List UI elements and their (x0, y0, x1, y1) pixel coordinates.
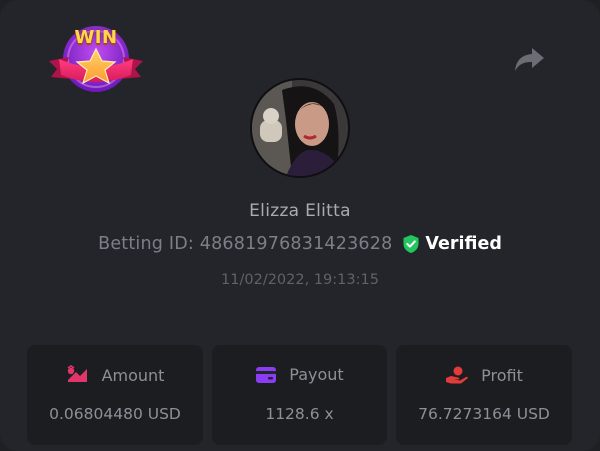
stat-label: Amount (101, 365, 165, 385)
stat-label: Payout (289, 365, 344, 384)
amount-icon (67, 365, 87, 382)
stat-label: Profit (481, 365, 523, 385)
win-badge-icon: WIN (47, 23, 145, 95)
verified-badge: Verified (402, 234, 502, 254)
win-badge-text: WIN (74, 27, 118, 48)
shield-check-icon (403, 235, 419, 253)
verified-label: Verified (425, 234, 502, 254)
hand-coin-icon (446, 366, 469, 384)
betting-id-row: Betting ID: 48681976831423628 Verified (0, 234, 600, 254)
stat-payout: Payout 1128.6 x (212, 345, 387, 445)
share-arrow-icon (515, 48, 544, 71)
stat-profit: Profit 76.7273164 USD (396, 345, 572, 445)
stat-value: 1128.6 x (265, 405, 334, 423)
betting-id: Betting ID: 48681976831423628 (98, 234, 393, 254)
stat-value: 76.7273164 USD (418, 405, 550, 423)
card-icon (256, 366, 277, 383)
share-button[interactable] (512, 45, 546, 75)
bet-details-card: WIN Elizza Elitta Betting ID: 4868197683… (0, 0, 600, 451)
stat-value: 0.06804480 USD (49, 405, 181, 423)
username: Elizza Elitta (249, 201, 351, 221)
bet-timestamp: 11/02/2022, 19:13:15 (221, 272, 379, 288)
avatar (250, 78, 350, 178)
stat-amount: Amount 0.06804480 USD (27, 345, 203, 445)
